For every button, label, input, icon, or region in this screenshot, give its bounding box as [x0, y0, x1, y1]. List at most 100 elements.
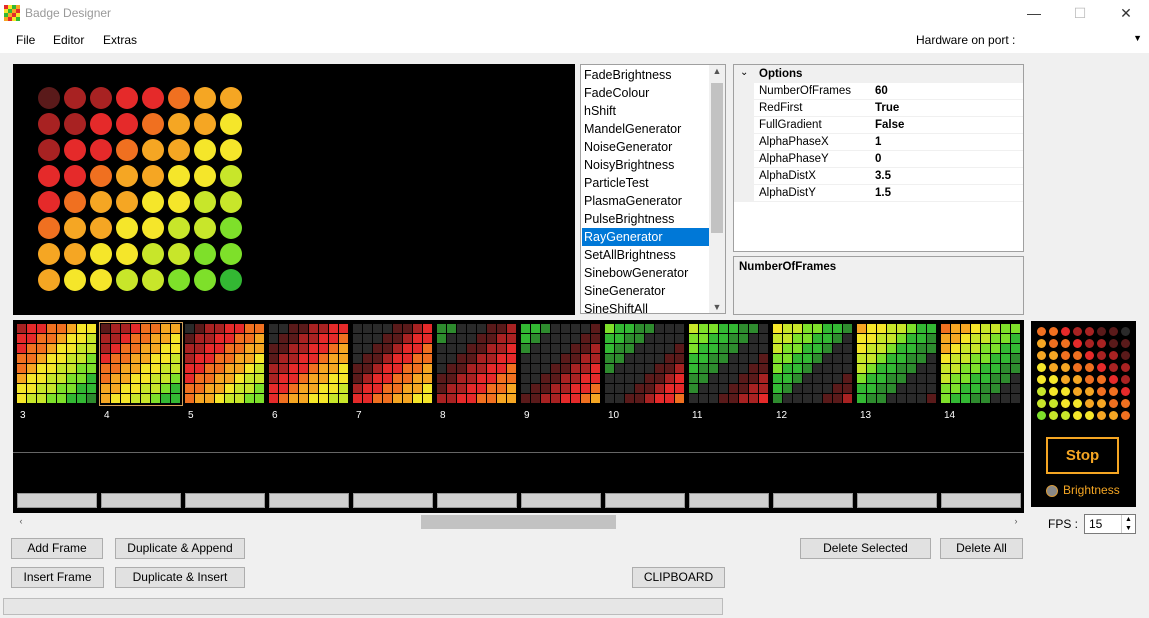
- generator-item[interactable]: SineGenerator: [582, 282, 709, 300]
- led-pixel[interactable]: [168, 139, 190, 161]
- led-pixel[interactable]: [168, 87, 190, 109]
- close-button[interactable]: ✕: [1103, 0, 1149, 26]
- frame-slot[interactable]: [353, 493, 433, 508]
- hardware-port-select[interactable]: ▼: [1027, 30, 1146, 50]
- led-pixel[interactable]: [168, 217, 190, 239]
- frames-strip[interactable]: 3 4 5 6 7 8 9 10 11 12 13 14: [13, 320, 1024, 513]
- scroll-up-icon[interactable]: ▲: [709, 66, 725, 76]
- menu-extras[interactable]: Extras: [103, 33, 137, 47]
- property-value[interactable]: 0: [875, 153, 881, 165]
- led-pixel[interactable]: [142, 113, 164, 135]
- property-category[interactable]: ⌄ Options: [734, 65, 1023, 83]
- led-pixel[interactable]: [90, 113, 112, 135]
- generator-item[interactable]: ParticleTest: [582, 174, 709, 192]
- frame-slot[interactable]: [521, 493, 601, 508]
- led-pixel[interactable]: [64, 139, 86, 161]
- fps-stepper[interactable]: 15 ▲ ▼: [1084, 514, 1136, 534]
- led-pixel[interactable]: [220, 165, 242, 187]
- fps-value[interactable]: 15: [1089, 517, 1102, 531]
- frame-thumbnail[interactable]: [688, 323, 770, 405]
- brightness-label[interactable]: Brightness: [1063, 483, 1120, 497]
- collapse-chevron-icon[interactable]: ⌄: [740, 67, 748, 78]
- led-pixel[interactable]: [194, 113, 216, 135]
- led-pixel[interactable]: [116, 191, 138, 213]
- led-pixel[interactable]: [194, 139, 216, 161]
- property-value[interactable]: False: [875, 119, 904, 131]
- scroll-right-icon[interactable]: ›: [1008, 516, 1024, 526]
- led-pixel[interactable]: [220, 191, 242, 213]
- generator-item[interactable]: SetAllBrightness: [582, 246, 709, 264]
- property-value[interactable]: 1: [875, 136, 881, 148]
- led-pixel[interactable]: [64, 243, 86, 265]
- led-pixel[interactable]: [194, 243, 216, 265]
- frame-slot[interactable]: [185, 493, 265, 508]
- led-pixel[interactable]: [142, 217, 164, 239]
- led-pixel[interactable]: [194, 191, 216, 213]
- frame-thumbnail[interactable]: [856, 323, 938, 405]
- led-pixel[interactable]: [90, 217, 112, 239]
- frame-thumbnail[interactable]: [772, 323, 854, 405]
- led-pixel[interactable]: [168, 113, 190, 135]
- minimize-button[interactable]: —: [1011, 0, 1057, 26]
- led-pixel[interactable]: [194, 217, 216, 239]
- led-pixel[interactable]: [168, 269, 190, 291]
- generator-item[interactable]: hShift: [582, 102, 709, 120]
- frame-slot[interactable]: [269, 493, 349, 508]
- frame-slot[interactable]: [941, 493, 1021, 508]
- spin-arrows-icon[interactable]: ▲ ▼: [1121, 515, 1135, 533]
- generator-item[interactable]: NoiseGenerator: [582, 138, 709, 156]
- led-pixel[interactable]: [64, 269, 86, 291]
- scrollbar-thumb[interactable]: [711, 83, 723, 233]
- property-value[interactable]: 1.5: [875, 187, 891, 199]
- led-pixel[interactable]: [142, 243, 164, 265]
- led-pixel[interactable]: [168, 243, 190, 265]
- clipboard-button[interactable]: CLIPBOARD: [632, 567, 725, 588]
- led-pixel[interactable]: [168, 191, 190, 213]
- led-pixel[interactable]: [142, 191, 164, 213]
- led-pixel[interactable]: [220, 243, 242, 265]
- frame-thumbnail[interactable]: [268, 323, 350, 405]
- scrollbar-thumb[interactable]: [421, 515, 616, 529]
- led-pixel[interactable]: [142, 165, 164, 187]
- led-pixel[interactable]: [220, 139, 242, 161]
- led-pixel[interactable]: [90, 191, 112, 213]
- property-row[interactable]: AlphaDistX 3.5: [754, 168, 1023, 185]
- led-pixel[interactable]: [220, 269, 242, 291]
- scroll-down-icon[interactable]: ▼: [709, 302, 725, 312]
- led-pixel[interactable]: [64, 217, 86, 239]
- led-pixel[interactable]: [116, 87, 138, 109]
- led-pixel[interactable]: [194, 269, 216, 291]
- led-pixel[interactable]: [90, 243, 112, 265]
- property-row[interactable]: RedFirst True: [754, 100, 1023, 117]
- led-pixel[interactable]: [38, 191, 60, 213]
- frame-slot[interactable]: [605, 493, 685, 508]
- generator-item[interactable]: RayGenerator: [582, 228, 709, 246]
- led-pixel[interactable]: [64, 191, 86, 213]
- property-row[interactable]: AlphaPhaseY 0: [754, 151, 1023, 168]
- led-pixel[interactable]: [142, 139, 164, 161]
- generator-item[interactable]: FadeBrightness: [582, 66, 709, 84]
- frame-thumbnail[interactable]: [436, 323, 518, 405]
- led-pixel[interactable]: [90, 269, 112, 291]
- property-value[interactable]: 60: [875, 85, 888, 97]
- led-pixel[interactable]: [220, 87, 242, 109]
- led-pixel[interactable]: [116, 243, 138, 265]
- scroll-left-icon[interactable]: ‹: [13, 516, 29, 526]
- led-pixel[interactable]: [38, 113, 60, 135]
- generator-item[interactable]: NoisyBrightness: [582, 156, 709, 174]
- frame-slot[interactable]: [17, 493, 97, 508]
- stop-button[interactable]: Stop: [1046, 437, 1119, 474]
- frame-thumbnail[interactable]: [940, 323, 1022, 405]
- led-pixel[interactable]: [194, 87, 216, 109]
- led-preview[interactable]: [13, 64, 575, 315]
- generator-item[interactable]: MandelGenerator: [582, 120, 709, 138]
- property-value[interactable]: 3.5: [875, 170, 891, 182]
- generator-item[interactable]: PlasmaGenerator: [582, 192, 709, 210]
- property-row[interactable]: AlphaDistY 1.5: [754, 185, 1023, 202]
- frame-slot[interactable]: [857, 493, 937, 508]
- led-pixel[interactable]: [220, 113, 242, 135]
- led-pixel[interactable]: [38, 139, 60, 161]
- led-pixel[interactable]: [194, 165, 216, 187]
- menu-file[interactable]: File: [16, 33, 35, 47]
- property-row[interactable]: FullGradient False: [754, 117, 1023, 134]
